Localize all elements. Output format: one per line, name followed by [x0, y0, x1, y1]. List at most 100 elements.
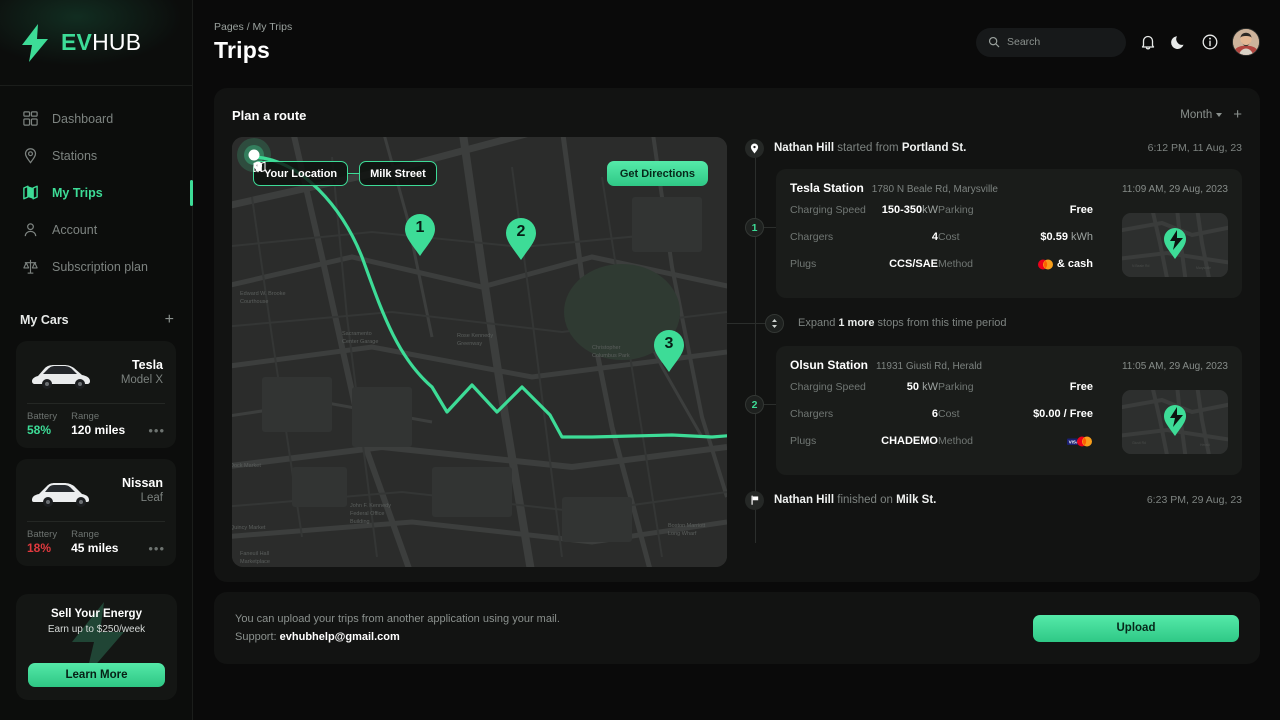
expand-stops-button[interactable]: [765, 314, 784, 333]
map-marker-3[interactable]: 3: [652, 329, 686, 373]
user-icon: [22, 221, 39, 238]
sidebar-nav: Dashboard Stations My Trips: [0, 86, 192, 285]
range-stat: Range 120 miles: [71, 410, 125, 438]
map-marker-2[interactable]: 2: [504, 217, 538, 261]
sidebar-item-label: Account: [52, 223, 97, 237]
trip-timeline: Nathan Hill started from Portland St. 6:…: [727, 137, 1242, 567]
battery-value: 58%: [27, 423, 57, 438]
my-cars-title: My Cars: [20, 313, 69, 327]
panel-tools: Month +: [1180, 109, 1242, 121]
car-names: Nissan Leaf: [105, 476, 165, 506]
timeline-start-row: Nathan Hill started from Portland St. 6:…: [741, 137, 1242, 159]
station-card[interactable]: Tesla Station 1780 N Beale Rd, Marysvill…: [776, 169, 1242, 298]
timeline-finish-row: Nathan Hill finished on Milk St. 6:23 PM…: [741, 489, 1242, 511]
promo-card: Sell Your Energy Earn up to $250/week Le…: [16, 594, 177, 700]
sidebar-item-subscription-plan[interactable]: Subscription plan: [0, 248, 192, 285]
start-text: Nathan Hill started from Portland St.: [774, 142, 966, 154]
spec-key: Parking: [938, 204, 974, 216]
timeline-stop-2: 2 Olsun Station 11931 Giusti Rd, Herald …: [741, 346, 1242, 475]
spec-key: Method: [938, 435, 973, 447]
sidebar: EVHUB Dashboard Stations: [0, 0, 193, 720]
scales-icon: [22, 258, 39, 275]
svg-text:Edward W. Brooke: Edward W. Brooke: [240, 291, 286, 297]
mastercard-icon: [1037, 259, 1054, 270]
spec-key: Parking: [938, 381, 974, 393]
car-menu-button[interactable]: •••: [148, 541, 165, 556]
sidebar-item-dashboard[interactable]: Dashboard: [0, 100, 192, 137]
search-icon: [988, 36, 1000, 48]
learn-more-button[interactable]: Learn More: [28, 663, 165, 687]
range-value: 120 miles: [71, 423, 125, 438]
car-card-tesla[interactable]: Tesla Model X Battery 58% Range 120 mile…: [16, 341, 176, 448]
month-selector[interactable]: Month: [1180, 109, 1222, 121]
battery-label: Battery: [27, 410, 57, 423]
spec-key: Chargers: [790, 231, 833, 243]
battery-stat: Battery 58%: [27, 410, 57, 438]
page-title: Trips: [214, 37, 976, 64]
panel-title: Plan a route: [232, 108, 306, 123]
station-thumbnail[interactable]: N Beale RdMarysville: [1122, 213, 1228, 277]
station-card[interactable]: Olsun Station 11931 Giusti Rd, Herald 11…: [776, 346, 1242, 475]
avatar[interactable]: [1232, 28, 1260, 56]
spec-value: & cash: [1037, 258, 1093, 270]
station-address: 1780 N Beale Rd, Marysville: [872, 184, 998, 195]
search-input[interactable]: [1007, 36, 1114, 48]
bolt-icon: [18, 23, 52, 63]
svg-text:Rose Kennedy: Rose Kennedy: [457, 333, 493, 339]
breadcrumb[interactable]: Pages / My Trips: [214, 21, 976, 33]
stop-connector: [764, 227, 776, 228]
start-place: Portland St.: [902, 142, 967, 154]
visa-mastercard-icon: VISA: [1067, 436, 1093, 447]
origin-chip[interactable]: Your Location: [253, 161, 348, 186]
car-stats: Battery 18% Range 45 miles •••: [27, 528, 165, 556]
map-marker-1[interactable]: 1: [403, 213, 437, 257]
add-trip-button[interactable]: +: [1233, 109, 1242, 121]
brand-ev: EV: [61, 29, 92, 55]
station-body: Charging Speed 50 kW Chargers 6 Plugs: [790, 381, 1228, 462]
moon-icon[interactable]: [1170, 33, 1188, 51]
route-map[interactable]: Edward W. Brooke Courthouse Sacramento C…: [232, 137, 727, 567]
search-box[interactable]: [976, 28, 1126, 57]
destination-chip[interactable]: Milk Street: [359, 161, 437, 186]
expand-count: 1 more: [838, 317, 874, 329]
station-specs-right: Parking Free Cost $0.59 kWh Method: [938, 204, 1093, 285]
car-menu-button[interactable]: •••: [148, 423, 165, 438]
brand-logo[interactable]: EVHUB: [0, 0, 192, 86]
spec-value: CHADEMO: [881, 435, 938, 447]
sidebar-item-stations[interactable]: Stations: [0, 137, 192, 174]
sidebar-item-my-trips[interactable]: My Trips: [0, 174, 192, 211]
spec-row: Method VISA: [938, 435, 1093, 462]
bell-icon[interactable]: [1139, 33, 1157, 51]
flag-icon: [750, 495, 760, 505]
station-specs-right: Parking Free Cost $0.00 / Free Method: [938, 381, 1093, 462]
upload-button[interactable]: Upload: [1033, 615, 1239, 642]
marker-label: 3: [652, 335, 686, 353]
svg-text:Building: Building: [350, 519, 370, 525]
spec-value: Free: [1070, 381, 1093, 393]
svg-text:Herald: Herald: [1200, 443, 1210, 447]
spec-row: Parking Free: [938, 204, 1093, 231]
get-directions-button[interactable]: Get Directions: [607, 161, 708, 186]
add-car-button[interactable]: +: [165, 313, 174, 327]
info-icon[interactable]: [1201, 33, 1219, 51]
spec-row: Cost $0.00 / Free: [938, 408, 1093, 435]
my-cars-header: My Cars +: [0, 310, 192, 330]
start-time: 6:12 PM, 11 Aug, 23: [1148, 142, 1242, 154]
spec-row: Charging Speed 150-350kW: [790, 204, 938, 231]
station-name: Tesla Station: [790, 181, 864, 195]
marker-label: 1: [403, 219, 437, 237]
sidebar-item-account[interactable]: Account: [0, 211, 192, 248]
svg-text:Giusti Rd: Giusti Rd: [1132, 441, 1146, 445]
support-email[interactable]: evhubhelp@gmail.com: [280, 631, 400, 643]
spec-key: Chargers: [790, 408, 833, 420]
battery-value: 18%: [27, 541, 57, 556]
spec-row: Chargers 4: [790, 231, 938, 258]
svg-text:Courthouse: Courthouse: [240, 299, 268, 305]
car-card-nissan[interactable]: Nissan Leaf Battery 18% Range 45 miles •…: [16, 459, 176, 566]
station-thumbnail[interactable]: Giusti Rd Herald: [1122, 390, 1228, 454]
dashboard-icon: [22, 110, 39, 127]
spec-value: VISA: [1067, 435, 1093, 447]
month-label: Month: [1180, 109, 1212, 121]
upload-description: You can upload your trips from another a…: [235, 613, 560, 625]
spec-value: 150-350kW: [882, 204, 938, 216]
